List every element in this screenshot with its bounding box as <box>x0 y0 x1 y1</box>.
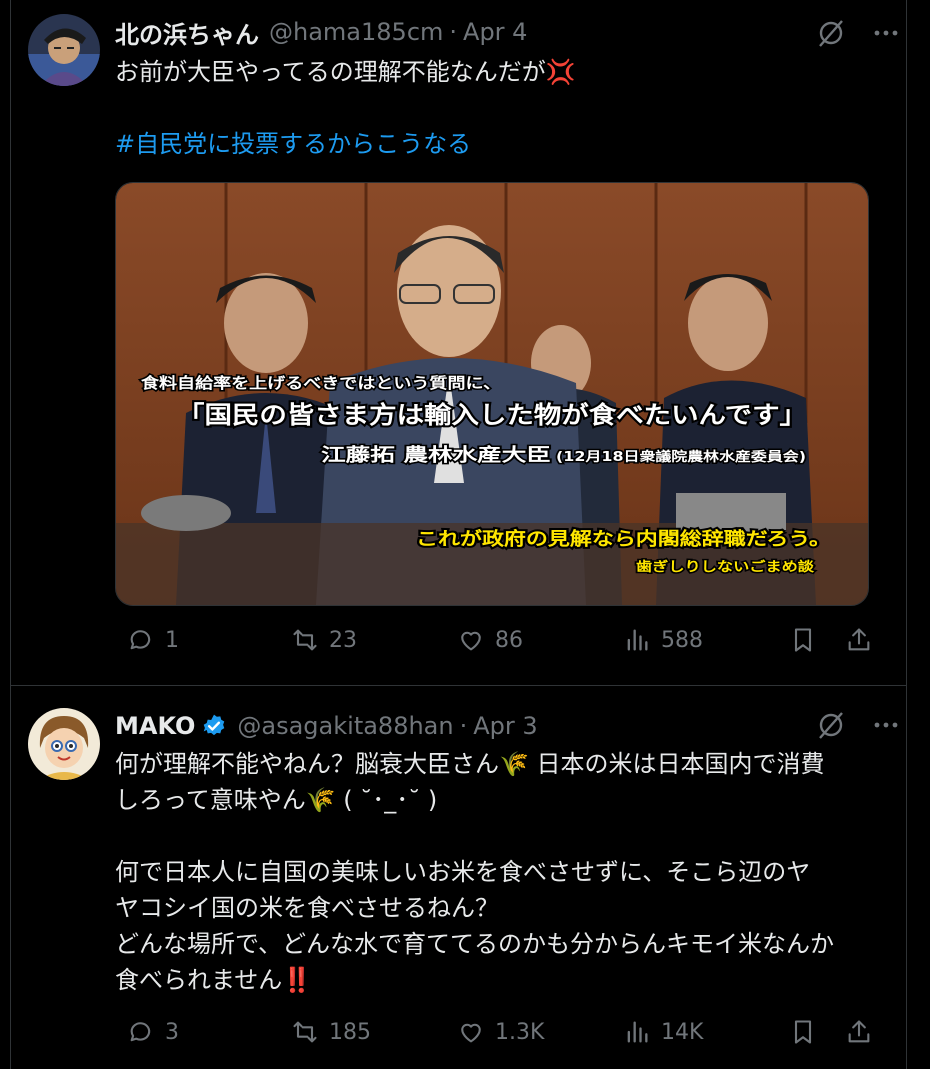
author-handle[interactable]: @asagakita88han <box>237 712 453 740</box>
tweet-header: 北の浜ちゃん @hama185cm · Apr 4 <box>115 15 527 50</box>
bookmark-icon <box>794 628 812 652</box>
repost-button[interactable]: 185 <box>291 1018 371 1046</box>
repost-count: 185 <box>329 1019 371 1045</box>
like-count: 1.3K <box>495 1019 545 1045</box>
bookmark-button[interactable] <box>789 626 817 658</box>
like-icon <box>461 1023 481 1043</box>
reply-count: 3 <box>165 1019 179 1045</box>
tweet-header-actions <box>816 18 900 48</box>
tweet-text: 何が理解不能やねん？脳衰大臣さん🌾 日本の米は日本国内で消費 しろって意味やん🌾… <box>115 746 875 998</box>
views-count: 588 <box>661 627 703 653</box>
author-name[interactable]: 北の浜ちゃん <box>115 15 259 50</box>
views-icon <box>627 1021 648 1043</box>
avatar[interactable] <box>28 14 100 86</box>
tweet-1[interactable]: 北の浜ちゃん @hama185cm · Apr 4 お前が大臣やってるの理解不能… <box>0 0 930 686</box>
tweet-header: MAKO @asagakita88han · Apr 3 <box>115 710 538 742</box>
views-button[interactable]: 588 <box>623 626 703 654</box>
grok-icon[interactable] <box>816 18 846 48</box>
tweet-text-line: しろって意味やん🌾 ( ˘･_･˘ ) <box>115 786 438 814</box>
tweet-actions: 1 23 86 588 <box>115 626 875 666</box>
tweet-text-line: 食べられません‼️ <box>115 966 313 994</box>
like-count: 86 <box>495 627 523 653</box>
avatar-image-icon <box>28 14 100 86</box>
avatar-image-icon <box>28 708 100 780</box>
share-icon <box>848 628 870 651</box>
like-button[interactable]: 86 <box>457 626 523 654</box>
share-icon <box>848 1020 870 1043</box>
caption-credit: 歯ぎしりしないごまめ談 <box>636 559 815 575</box>
tweet-text-line: 何が理解不能やねん？脳衰大臣さん🌾 日本の米は日本国内で消費 <box>115 750 825 778</box>
share-button[interactable] <box>845 626 873 658</box>
diet-session-photo: 食料自給率を上げるべきではという質問に、 「国民の皆さま方は輸入した物が食べたい… <box>116 183 868 605</box>
bookmark-icon <box>794 1020 812 1044</box>
tweet-text-line: ヤコシイ国の米を食べさせるねん？ <box>115 894 499 922</box>
views-count: 14K <box>661 1019 704 1045</box>
timestamp[interactable]: Apr 4 <box>463 18 527 46</box>
tweet-text-line: 何で日本人に自国の美味しいお米を食べさせずに、そこら辺のヤ <box>115 858 811 886</box>
like-icon <box>461 631 481 651</box>
caption-quote: 「国民の皆さま方は輸入した物が食べたいんです」 <box>177 401 807 429</box>
tweet-2[interactable]: MAKO @asagakita88han · Apr 3 何が理解不能やねん？脳… <box>0 686 930 1069</box>
tweet-media-image[interactable]: 食料自給率を上げるべきではという質問に、 「国民の皆さま方は輸入した物が食べたい… <box>115 182 869 606</box>
tweet-actions: 3 185 1.3K 14K <box>115 1018 875 1058</box>
author-name[interactable]: MAKO <box>115 712 195 740</box>
more-icon[interactable] <box>872 19 900 47</box>
separator-dot: · <box>459 712 468 740</box>
reply-icon <box>130 1022 151 1042</box>
repost-icon <box>293 1021 317 1043</box>
views-icon <box>627 629 648 651</box>
separator-dot: · <box>449 18 458 46</box>
caption-speaker: 江藤拓 農林水産大臣 <box>321 444 551 466</box>
tweet-header-actions <box>816 710 900 740</box>
repost-count: 23 <box>329 627 357 653</box>
author-handle[interactable]: @hama185cm <box>269 18 443 46</box>
caption-small: 食料自給率を上げるべきではという質問に、 <box>141 374 501 392</box>
bookmark-button[interactable] <box>789 1018 817 1050</box>
verified-badge-icon[interactable] <box>201 713 227 739</box>
timestamp[interactable]: Apr 3 <box>473 712 537 740</box>
reply-button[interactable]: 1 <box>127 626 179 654</box>
reply-button[interactable]: 3 <box>127 1018 179 1046</box>
share-button[interactable] <box>845 1018 873 1050</box>
reply-icon <box>130 630 151 650</box>
tweet-text-line: お前が大臣やってるの理解不能なんだが💢 <box>115 58 576 86</box>
grok-icon[interactable] <box>816 710 846 740</box>
caption-source: (12月18日衆議院農林水産委員会) <box>556 449 806 465</box>
repost-icon <box>293 629 317 651</box>
more-icon[interactable] <box>872 711 900 739</box>
views-button[interactable]: 14K <box>623 1018 703 1046</box>
tweet-text: お前が大臣やってるの理解不能なんだが💢 #自民党に投票するからこうなる <box>115 54 875 162</box>
repost-button[interactable]: 23 <box>291 626 357 654</box>
tweet-text-line: どんな場所で、どんな水で育ててるのかも分からんキモイ米なんか <box>115 930 835 958</box>
reply-count: 1 <box>165 627 179 653</box>
caption-comment: これが政府の見解なら内閣総辞職だろう。 <box>416 528 831 550</box>
like-button[interactable]: 1.3K <box>457 1018 544 1046</box>
tweet-text-line <box>115 818 875 854</box>
avatar[interactable] <box>28 708 100 780</box>
hashtag-link[interactable]: #自民党に投票するからこうなる <box>115 130 471 158</box>
